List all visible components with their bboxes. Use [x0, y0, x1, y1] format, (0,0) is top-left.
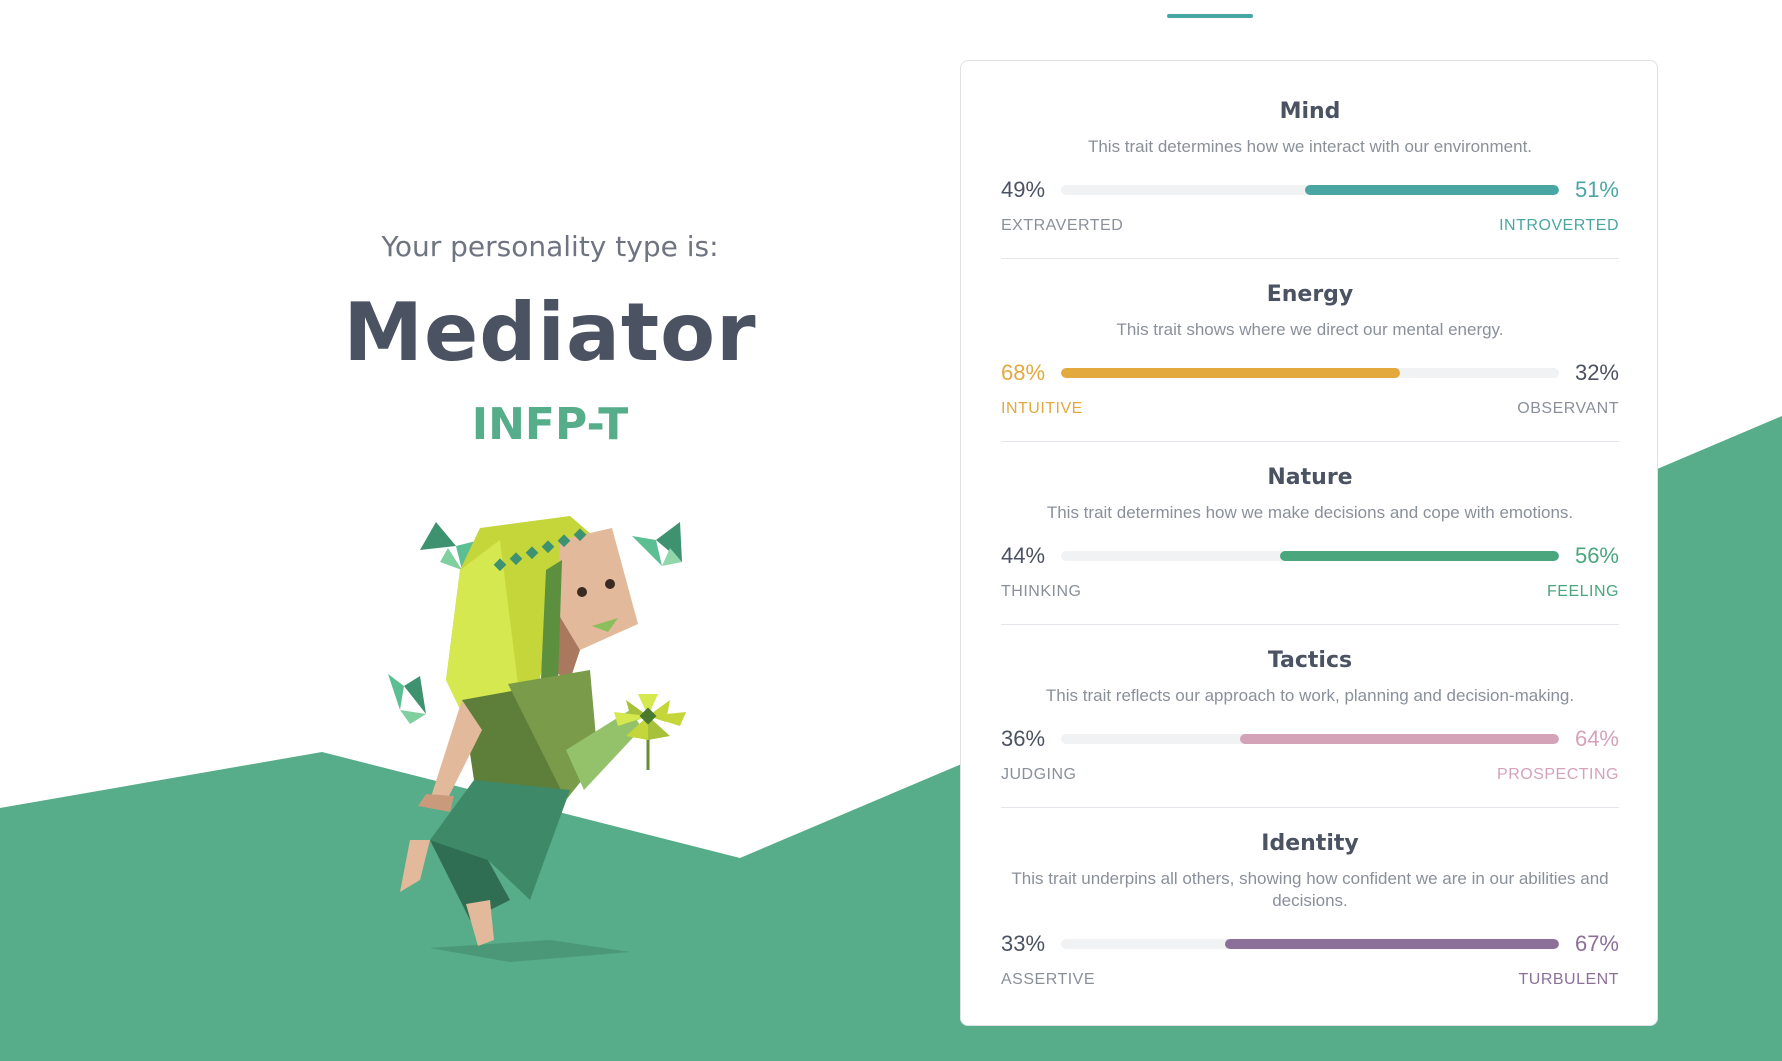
- left-pole-label: ASSERTIVE: [1001, 971, 1096, 988]
- trait-description: This trait shows where we direct our men…: [1116, 320, 1504, 339]
- trait-score-row: 68% 32%: [1001, 359, 1619, 387]
- result-hero: Your personality type is: Mediator INFP-…: [330, 230, 770, 447]
- trait-nature: Nature This trait determines how we make…: [1001, 465, 1619, 602]
- trait-title: Identity: [1261, 831, 1359, 856]
- trait-bar-fill: [1061, 368, 1400, 378]
- trait-bar-fill: [1240, 734, 1559, 744]
- trait-mind: Mind This trait determines how we intera…: [1001, 99, 1619, 236]
- right-pole-label: OBSERVANT: [1517, 400, 1619, 417]
- trait-bar-fill: [1280, 551, 1559, 561]
- right-pole-label: FEELING: [1547, 583, 1619, 600]
- left-percent: 33%: [1001, 931, 1046, 956]
- right-pole-label: INTROVERTED: [1499, 217, 1619, 234]
- trait-bar-track: [1061, 939, 1559, 949]
- trait-title: Mind: [1279, 99, 1341, 124]
- trait-tactics: Tactics This trait reflects our approach…: [1001, 648, 1619, 785]
- left-pole-label: INTUITIVE: [1001, 400, 1083, 417]
- trait-scores-card: Mind This trait determines how we intera…: [960, 60, 1658, 1026]
- trait-divider: [1001, 807, 1619, 808]
- trait-bar-fill: [1305, 185, 1559, 195]
- trait-divider: [1001, 258, 1619, 259]
- right-percent: 56%: [1574, 543, 1619, 568]
- right-percent: 32%: [1574, 360, 1619, 385]
- trait-pole-labels: INTUITIVE OBSERVANT: [1001, 399, 1619, 419]
- trait-description: This trait determines how we interact wi…: [1087, 137, 1533, 156]
- trait-divider: [1001, 624, 1619, 625]
- right-pole-label: PROSPECTING: [1497, 766, 1619, 783]
- left-pole-label: JUDGING: [1001, 766, 1077, 783]
- trait-score-row: 33% 67%: [1001, 930, 1619, 958]
- trait-bar-track: [1061, 368, 1559, 378]
- trait-title: Nature: [1267, 465, 1353, 490]
- left-percent: 44%: [1001, 543, 1046, 568]
- trait-score-row: 49% 51%: [1001, 176, 1619, 204]
- trait-identity: Identity This trait underpins all others…: [1001, 831, 1619, 990]
- trait-bar-track: [1061, 734, 1559, 744]
- trait-score-row: 44% 56%: [1001, 542, 1619, 570]
- trait-bar-fill: [1225, 939, 1559, 949]
- left-percent: 49%: [1001, 177, 1046, 202]
- right-pole-label: TURBULENT: [1518, 971, 1619, 988]
- personality-type-name: Mediator: [343, 286, 757, 379]
- left-percent: 68%: [1001, 360, 1046, 385]
- trait-title: Energy: [1266, 282, 1354, 307]
- left-percent: 36%: [1001, 726, 1046, 751]
- trait-bar-track: [1061, 551, 1559, 561]
- left-pole-label: EXTRAVERTED: [1001, 217, 1124, 234]
- trait-energy: Energy This trait shows where we direct …: [1001, 282, 1619, 419]
- butterfly-icon: [388, 674, 426, 724]
- trait-pole-labels: THINKING FEELING: [1001, 582, 1619, 602]
- trait-pole-labels: ASSERTIVE TURBULENT: [1001, 970, 1619, 990]
- trait-divider: [1001, 441, 1619, 442]
- mediator-character-illustration: [388, 516, 686, 962]
- character-shadow: [430, 940, 630, 962]
- trait-pole-labels: JUDGING PROSPECTING: [1001, 765, 1619, 785]
- left-pole-label: THINKING: [1001, 583, 1082, 600]
- tab-indicator: [1167, 14, 1253, 18]
- result-subtitle: Your personality type is:: [381, 230, 719, 263]
- personality-type-code: INFP-T: [471, 399, 629, 450]
- trait-pole-labels: EXTRAVERTED INTROVERTED: [1001, 216, 1619, 236]
- right-percent: 67%: [1574, 931, 1619, 956]
- right-percent: 64%: [1574, 726, 1619, 751]
- trait-description: This trait underpins all others, showing…: [1011, 869, 1609, 910]
- trait-score-row: 36% 64%: [1001, 725, 1619, 753]
- trait-description: This trait reflects our approach to work…: [1045, 686, 1575, 705]
- right-percent: 51%: [1574, 177, 1619, 202]
- trait-title: Tactics: [1267, 648, 1353, 673]
- trait-description: This trait determines how we make decisi…: [1046, 503, 1574, 522]
- butterfly-icon: [632, 522, 682, 566]
- trait-bar-track: [1061, 185, 1559, 195]
